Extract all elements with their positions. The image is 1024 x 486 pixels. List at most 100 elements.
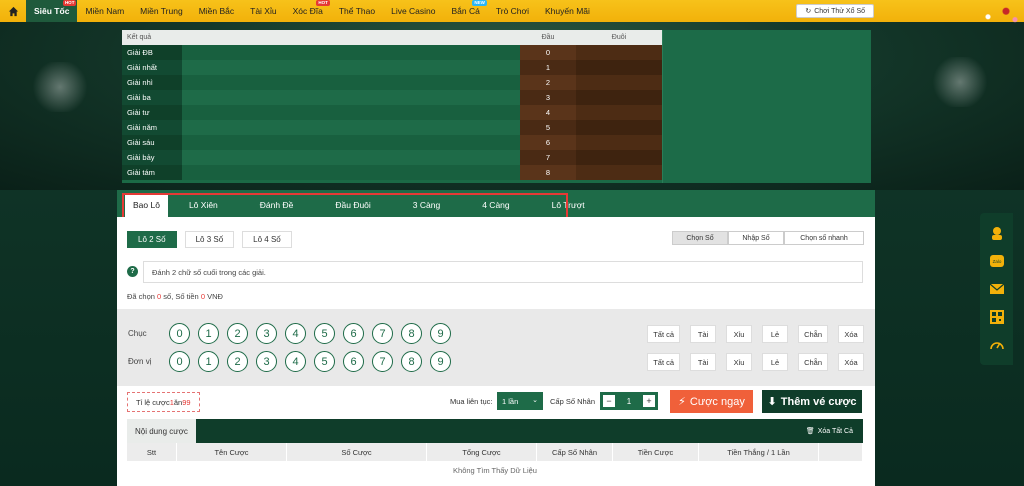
nav-item-xoc-dia[interactable]: Xóc Đĩa HOT (285, 0, 331, 22)
digit-ball[interactable]: 7 (372, 323, 393, 344)
digit-ball[interactable]: 8 (401, 323, 422, 344)
odd-button[interactable]: Lẻ (762, 353, 789, 371)
odds-prefix: Tỉ lệ cược (136, 397, 170, 407)
big-button[interactable]: Tài (690, 353, 717, 371)
nav-label: Khuyến Mãi (545, 6, 590, 16)
tail-cell (576, 150, 662, 165)
select-all-button[interactable]: Tất cả (647, 325, 681, 343)
prize-name: Giải năm (122, 120, 520, 135)
col-total: Tổng Cược (427, 443, 537, 461)
summary-suffix: VNĐ (204, 292, 223, 301)
qr-code-icon[interactable] (988, 308, 1006, 326)
nav-item-live-casino[interactable]: Live Casino (383, 0, 443, 22)
even-button[interactable]: Chẵn (798, 325, 828, 343)
col-bet-numbers: Số Cược (287, 443, 427, 461)
nav-item-ban-ca[interactable]: Bắn Cá NEW (444, 0, 488, 22)
results-rows: Giải ĐB 0 Giải nhất 1 Giải nhì 2 Giải ba 3 G… (122, 45, 662, 180)
digit-ball[interactable]: 6 (343, 323, 364, 344)
hot-badge: HOT (62, 0, 77, 6)
digit-ball[interactable]: 8 (401, 351, 422, 372)
sub-tab-lo-3-so[interactable]: Lô 3 Số (184, 231, 235, 248)
nav-label: Siêu Tốc (34, 6, 70, 16)
continuous-select[interactable]: 1 lần ⌄ (497, 392, 543, 410)
digit-ball[interactable]: 9 (430, 323, 451, 344)
multiplier-label: Cấp Số Nhân (550, 397, 596, 406)
sub-tab-lo-2-so[interactable]: Lô 2 Số (127, 231, 177, 248)
sub-tab-lo-4-so[interactable]: Lô 4 Số (242, 231, 292, 248)
digit-ball[interactable]: 5 (314, 351, 335, 372)
nav-item-mien-bac[interactable]: Miền Bắc (191, 0, 242, 22)
digit-ball[interactable]: 5 (314, 323, 335, 344)
mode-tab-nhap-so[interactable]: Nhập Số (728, 231, 784, 245)
prize-name: Giải tư (122, 105, 520, 120)
digit-ball[interactable]: 4 (285, 351, 306, 372)
nav-item-khuyen-mai[interactable]: Khuyến Mãi (537, 0, 598, 22)
input-mode-tabs: Chọn Số Nhập Số Chọn số nhanh (672, 231, 864, 245)
table-row: Giải ba 3 (122, 90, 662, 105)
empty-state: Không Tìm Thấy Dữ Liệu (453, 466, 537, 475)
tail-cell (576, 45, 662, 60)
mode-tab-chon-so[interactable]: Chọn Số (672, 231, 728, 245)
zalo-icon[interactable]: Zalo (988, 252, 1006, 270)
prize-name: Giải ba (122, 90, 520, 105)
digit-ball[interactable]: 3 (256, 351, 277, 372)
digit-ball[interactable]: 2 (227, 351, 248, 372)
even-button[interactable]: Chẵn (798, 353, 828, 371)
digit-ball[interactable]: 2 (227, 323, 248, 344)
tail-cell (576, 105, 662, 120)
clear-button[interactable]: Xóa (838, 353, 864, 371)
home-button[interactable] (0, 0, 26, 22)
sub-tabs: Lô 2 Số Lô 3 Số Lô 4 Số (127, 231, 292, 248)
nav-item-tai-xiu[interactable]: Tài Xỉu (242, 0, 284, 22)
select-all-button[interactable]: Tất cả (647, 353, 681, 371)
clear-button[interactable]: Xóa (838, 325, 864, 343)
big-button[interactable]: Tài (690, 325, 717, 343)
digit-ball[interactable]: 0 (169, 323, 190, 344)
nav-item-tro-choi[interactable]: Trò Chơi (488, 0, 537, 22)
bet-table-header: Stt Tên Cược Số Cược Tổng Cược Cấp Số Nh… (127, 443, 863, 461)
units-label: Đơn vị (128, 357, 152, 366)
nav-item-mien-nam[interactable]: Miền Nam (77, 0, 132, 22)
try-lottery-button[interactable]: ↻ Chơi Thử Xổ Số (796, 4, 874, 18)
tens-row: Chục 0 1 2 3 4 5 6 7 8 9 Tất cả Tài Xỉu … (117, 323, 875, 347)
digit-ball[interactable]: 1 (198, 323, 219, 344)
col-multiplier: Cấp Số Nhân (537, 443, 613, 461)
decrement-button[interactable]: − (603, 395, 615, 407)
units-quick-buttons: Tất cả Tài Xỉu Lẻ Chẵn Xóa (647, 353, 864, 371)
speedometer-icon[interactable] (988, 336, 1006, 354)
tab-bet-content[interactable]: Nội dung cược (127, 419, 196, 443)
head-digit: 5 (520, 120, 576, 135)
mail-icon[interactable] (988, 280, 1006, 298)
add-ticket-button[interactable]: ⬇ Thêm vé cược (762, 390, 862, 413)
digit-ball[interactable]: 3 (256, 323, 277, 344)
prize-name: Giải bảy (122, 150, 520, 165)
head-digit: 2 (520, 75, 576, 90)
nav-item-mien-trung[interactable]: Miền Trung (132, 0, 191, 22)
nav-item-sieu-toc[interactable]: Siêu Tốc HOT (26, 0, 78, 22)
support-agent-icon[interactable] (988, 224, 1006, 242)
small-button[interactable]: Xỉu (726, 325, 753, 343)
tail-cell (576, 90, 662, 105)
multiplier-value[interactable]: 1 (627, 397, 631, 406)
summary-middle: số, Số tiền (161, 292, 201, 301)
odd-button[interactable]: Lẻ (762, 325, 789, 343)
mode-tab-chon-so-nhanh[interactable]: Chọn số nhanh (784, 231, 864, 245)
tens-quick-buttons: Tất cả Tài Xỉu Lẻ Chẵn Xóa (647, 325, 864, 343)
units-row: Đơn vị 0 1 2 3 4 5 6 7 8 9 Tất cả Tài Xỉ… (117, 351, 875, 375)
digit-ball[interactable]: 4 (285, 323, 306, 344)
prize-name: Giải sáu (122, 135, 520, 150)
digit-ball[interactable]: 1 (198, 351, 219, 372)
small-button[interactable]: Xỉu (726, 353, 753, 371)
nav-label: Miền Bắc (198, 6, 235, 16)
digit-ball[interactable]: 6 (343, 351, 364, 372)
header-prize: Kết quả (127, 34, 152, 41)
home-icon (8, 6, 18, 16)
increment-button[interactable]: + (642, 395, 655, 407)
clear-all-button[interactable]: 🗑 Xóa Tất Cả (806, 427, 853, 436)
bet-now-button[interactable]: ⚡ Cược ngay (670, 390, 753, 413)
digit-ball[interactable]: 9 (430, 351, 451, 372)
nav-item-the-thao[interactable]: Thể Thao (331, 0, 383, 22)
digit-ball[interactable]: 0 (169, 351, 190, 372)
results-header: Kết quả Đầu Đuôi (122, 30, 662, 45)
digit-ball[interactable]: 7 (372, 351, 393, 372)
